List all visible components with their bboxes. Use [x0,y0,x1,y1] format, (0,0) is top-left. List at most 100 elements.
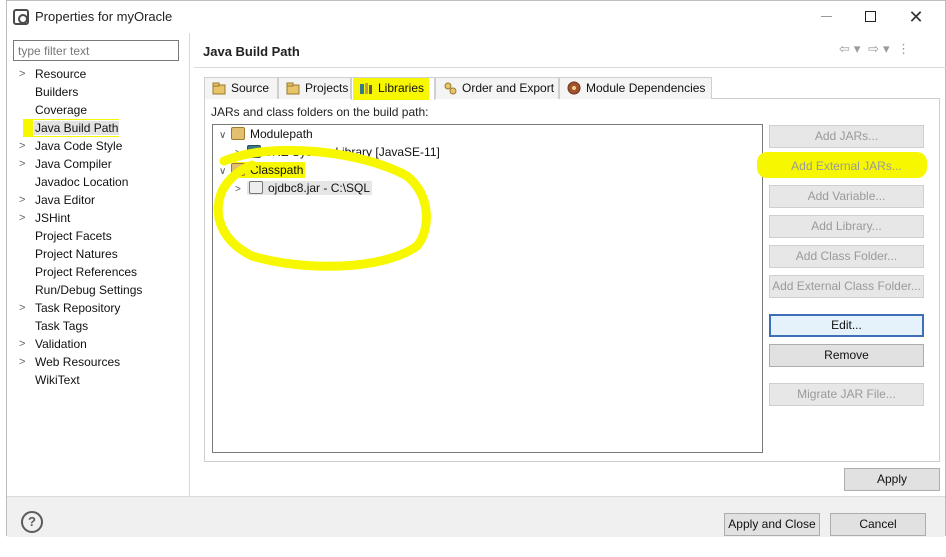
nav-item-label: Resource [35,67,87,81]
forward-arrow-icon[interactable]: ⇨ [868,41,879,56]
chevron-down-icon[interactable]: ▾ [854,41,861,56]
chevron-down-icon[interactable]: ∨ [219,163,231,181]
chevron-right-icon[interactable]: > [19,191,25,209]
nav-item-validation[interactable]: > Validation [7,335,189,353]
tab-module-dependencies[interactable]: Module Dependencies [559,77,712,99]
nav-item-java-compiler[interactable]: > Java Compiler [7,155,189,173]
nav-item-java-code-style[interactable]: > Java Code Style [7,137,189,155]
nav-item-java-editor[interactable]: > Java Editor [7,191,189,209]
tree-node-label: JRE System Library [JavaSE-11] [266,145,440,159]
nav-item-jshint[interactable]: > JSHint [7,209,189,227]
tree-node-classpath[interactable]: ∨ Classpath [219,161,303,179]
nav-item-run-debug-settings[interactable]: Run/Debug Settings [7,281,189,299]
nav-item-label: Java Code Style [35,139,123,153]
minimize-icon [820,16,832,18]
nav-item-label: Builders [35,85,79,99]
nav-item-label: WikiText [35,373,80,387]
add-jars-button[interactable]: Add JARs... [769,125,924,148]
window-title: Properties for myOracle [35,9,173,24]
selected-row: ojdbc8.jar - C:\SQL [247,181,373,195]
chevron-right-icon[interactable]: > [19,353,25,371]
tree-node-modulepath[interactable]: ∨ Modulepath [219,125,313,143]
more-options-icon[interactable]: ⋮ [897,41,910,56]
tab-label: Order and Export [462,81,555,95]
tree-node-ojdbc8-jar[interactable]: > ojdbc8.jar - C:\SQL [235,179,373,199]
chevron-right-icon[interactable]: > [19,209,25,227]
chevron-down-icon[interactable]: ▾ [883,41,890,56]
maximize-button[interactable] [847,4,893,30]
tree-node-label: Classpath [250,163,304,177]
nav-item-coverage[interactable]: Coverage [7,101,189,119]
chevron-down-icon[interactable]: ∨ [219,127,231,145]
nav-item-label: Task Repository [35,301,121,315]
tab-libraries[interactable]: Libraries [351,77,435,100]
nav-item-project-natures[interactable]: Project Natures [7,245,189,263]
chevron-right-icon[interactable]: > [235,181,247,199]
properties-dialog: Properties for myOracle ✕ > Resource Bui… [6,0,946,537]
jar-file-icon [249,181,263,194]
order-export-icon [444,82,457,95]
chevron-right-icon[interactable]: > [19,137,25,155]
nav-item-label: Javadoc Location [35,175,129,189]
title-bar: Properties for myOracle ✕ [7,1,945,33]
tab-label: Projects [305,81,349,95]
tab-label: Libraries [378,81,425,95]
nav-item-label: Project References [35,265,138,279]
properties-icon [13,9,29,25]
add-library-button[interactable]: Add Library... [769,215,924,238]
background-editor-code [0,536,946,557]
cancel-button[interactable]: Cancel [830,513,926,536]
tree-node-label: ojdbc8.jar - C:\SQL [268,181,371,195]
module-icon [567,81,581,95]
remove-button[interactable]: Remove [769,344,924,367]
panel-splitter[interactable] [189,33,190,496]
maximize-icon [864,11,876,23]
nav-item-label: Task Tags [35,319,89,333]
nav-item-label: Validation [35,337,87,351]
chevron-right-icon[interactable]: > [19,299,25,317]
nav-item-resource[interactable]: > Resource [7,65,189,83]
chevron-right-icon[interactable]: > [19,335,25,353]
property-nav-list: > Resource Builders Coverage Java Build … [7,65,189,389]
minimize-button[interactable] [803,4,849,30]
nav-item-project-references[interactable]: Project References [7,263,189,281]
close-button[interactable]: ✕ [893,4,939,30]
tab-source[interactable]: Source [204,77,278,99]
chevron-right-icon[interactable]: > [19,155,25,173]
nav-item-task-tags[interactable]: Task Tags [7,317,189,335]
nav-item-task-repository[interactable]: > Task Repository [7,299,189,317]
tab-order-and-export[interactable]: Order and Export [435,77,559,99]
nav-item-java-build-path[interactable]: Java Build Path [7,119,189,137]
back-arrow-icon[interactable]: ⇦ [839,41,850,56]
projects-folder-icon [286,82,300,95]
help-icon[interactable]: ? [21,511,43,533]
classpath-icon [231,163,245,176]
add-class-folder-button[interactable]: Add Class Folder... [769,245,924,268]
nav-item-web-resources[interactable]: > Web Resources [7,353,189,371]
nav-item-project-facets[interactable]: Project Facets [7,227,189,245]
library-icon [247,145,261,158]
nav-item-wikitext[interactable]: WikiText [7,371,189,389]
nav-item-builders[interactable]: Builders [7,83,189,101]
header-divider [194,67,946,68]
chevron-right-icon[interactable]: > [19,65,25,83]
apply-button[interactable]: Apply [844,468,940,491]
build-path-tree[interactable]: ∨ Modulepath > JRE System Library [JavaSE-… [212,124,763,453]
migrate-jar-button[interactable]: Migrate JAR File... [769,383,924,406]
add-external-jars-button[interactable]: Add External JARs... [769,155,924,178]
apply-and-close-button[interactable]: Apply and Close [724,513,820,536]
nav-item-label: Java Build Path [32,120,121,136]
nav-item-javadoc-location[interactable]: Javadoc Location [7,173,189,191]
edit-button[interactable]: Edit... [769,314,924,337]
add-external-class-folder-button[interactable]: Add External Class Folder... [769,275,924,298]
nav-item-label: Project Facets [35,229,112,243]
tree-node-jre-system-library[interactable]: > JRE System Library [JavaSE-11] [235,143,440,161]
tree-node-label: Modulepath [250,127,313,141]
nav-item-label: Coverage [35,103,88,117]
nav-item-label: Java Editor [35,193,96,207]
filter-input[interactable] [13,40,179,61]
tab-projects[interactable]: Projects [278,77,351,99]
add-variable-button[interactable]: Add Variable... [769,185,924,208]
tab-label: Source [231,81,270,95]
modulepath-icon [231,127,245,140]
